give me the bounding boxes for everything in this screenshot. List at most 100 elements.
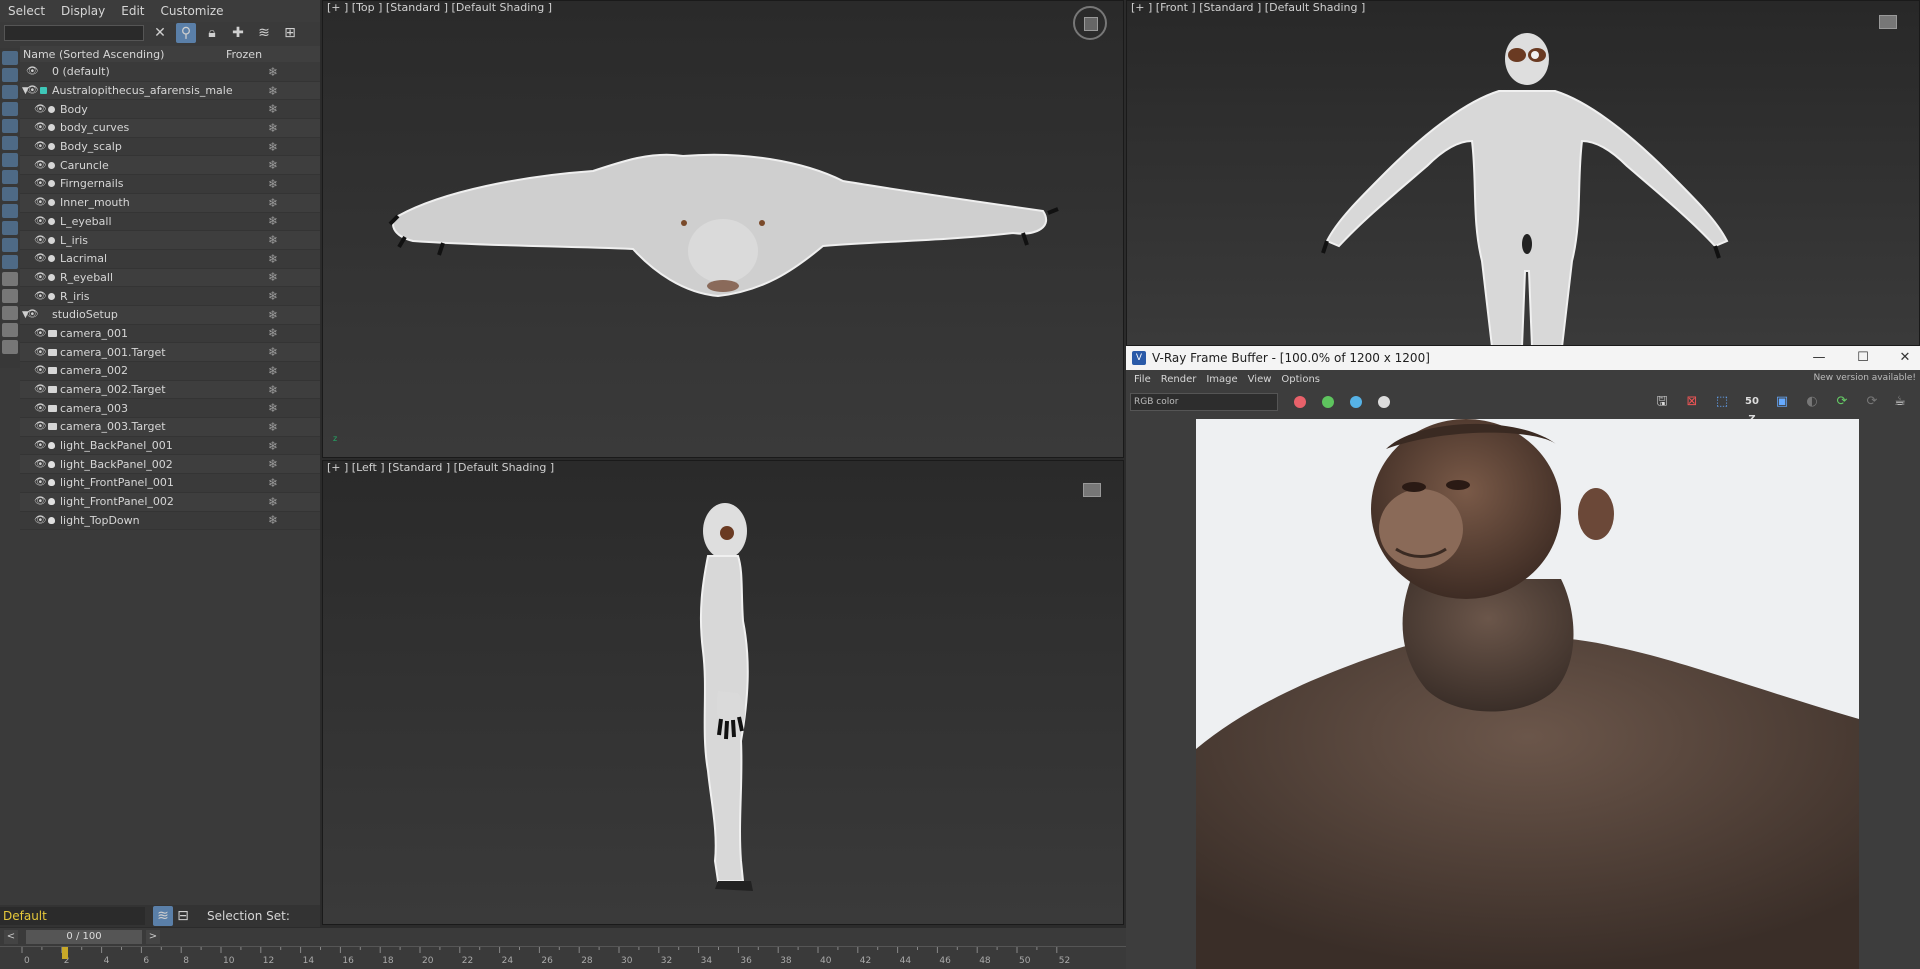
- funnel-icon[interactable]: [2, 323, 18, 337]
- visibility-eye-icon[interactable]: 👁︎: [34, 104, 47, 115]
- freeze-toggle-icon[interactable]: ❄: [268, 140, 278, 154]
- explorer-row[interactable]: 👁︎ Lacrimal ❄: [20, 250, 320, 269]
- new-version-link[interactable]: New version available!: [1813, 373, 1916, 383]
- channel-dropdown[interactable]: RGB color: [1130, 393, 1278, 411]
- time-slider-thumb[interactable]: 0 / 100: [26, 930, 142, 944]
- freeze-toggle-icon[interactable]: ❄: [268, 326, 278, 340]
- viewport-front[interactable]: [+ ] [Front ] [Standard ] [Default Shadi…: [1126, 0, 1920, 346]
- current-frame-marker[interactable]: [62, 947, 68, 959]
- freeze-toggle-icon[interactable]: ❄: [268, 308, 278, 322]
- explorer-row[interactable]: 👁︎ light_TopDown ❄: [20, 512, 320, 531]
- freeze-toggle-icon[interactable]: ❄: [268, 102, 278, 116]
- visibility-eye-icon[interactable]: 👁︎: [34, 496, 47, 507]
- explorer-row[interactable]: 👁︎ 0 (default) ❄: [20, 63, 320, 82]
- column-frozen-header[interactable]: Frozen: [226, 48, 316, 61]
- hierarchy-icon[interactable]: ⊞: [280, 23, 300, 43]
- visibility-eye-icon[interactable]: 👁︎: [34, 216, 47, 227]
- hierarchy-toggle-icon[interactable]: ⊟: [173, 906, 193, 926]
- explorer-row[interactable]: 👁︎ Body_scalp ❄: [20, 138, 320, 157]
- visibility-eye-icon[interactable]: 👁︎: [34, 515, 47, 526]
- explorer-row[interactable]: 👁︎ Caruncle ❄: [20, 156, 320, 176]
- visibility-eye-icon[interactable]: 👁︎: [34, 477, 47, 488]
- zoom-badge[interactable]: 50 Z: [1742, 393, 1762, 425]
- visibility-eye-icon[interactable]: 👁︎: [34, 253, 47, 264]
- freeze-toggle-icon[interactable]: ❄: [268, 383, 278, 397]
- freeze-toggle-icon[interactable]: ❄: [268, 457, 278, 471]
- explorer-row[interactable]: 👁︎ Body ❄: [20, 100, 320, 120]
- render-disabled-icon[interactable]: ⟳: [1862, 393, 1882, 411]
- vfb-titlebar[interactable]: V V-Ray Frame Buffer - [100.0% of 1200 x…: [1126, 346, 1920, 370]
- minimize-icon[interactable]: —: [1810, 349, 1828, 367]
- explorer-row[interactable]: 👁︎ light_FrontPanel_002 ❄: [20, 492, 320, 512]
- stop-render-icon[interactable]: ◐: [1802, 393, 1822, 411]
- explorer-row[interactable]: 👁︎ camera_002 ❄: [20, 362, 320, 381]
- explorer-search-input[interactable]: [4, 25, 144, 41]
- display-lights-icon[interactable]: [2, 85, 18, 99]
- freeze-toggle-icon[interactable]: ❄: [268, 158, 278, 172]
- explorer-row[interactable]: 👁︎ camera_001.Target ❄: [20, 343, 320, 362]
- freeze-toggle-icon[interactable]: ❄: [268, 196, 278, 210]
- visibility-eye-icon[interactable]: 👁︎: [34, 347, 47, 358]
- close-icon[interactable]: ✕: [1896, 349, 1914, 367]
- render-icon[interactable]: ⟳: [1832, 393, 1852, 411]
- explorer-row[interactable]: 👁︎ camera_001 ❄: [20, 325, 320, 344]
- options-icon[interactable]: [2, 306, 18, 320]
- menu-display[interactable]: Display: [61, 4, 105, 18]
- region-render-icon[interactable]: ⬚: [1712, 393, 1732, 411]
- lock-icon[interactable]: 🔒︎: [202, 23, 222, 43]
- next-frame-button[interactable]: >: [146, 930, 160, 944]
- blue-channel-button[interactable]: [1350, 396, 1362, 408]
- trackbar[interactable]: 0 2 4 6 8 10 12 14 16 18 20 22 24 26 28 30 32 34 36 38 40 42 4…: [0, 946, 1128, 969]
- visibility-eye-icon[interactable]: 👁︎: [34, 122, 47, 133]
- freeze-toggle-icon[interactable]: ❄: [268, 420, 278, 434]
- vfb-menu-render[interactable]: Render: [1161, 374, 1197, 385]
- freeze-toggle-icon[interactable]: ❄: [268, 214, 278, 228]
- layers-icon[interactable]: ≋: [254, 23, 274, 43]
- explorer-row[interactable]: 👁︎ light_FrontPanel_001 ❄: [20, 474, 320, 493]
- explorer-row[interactable]: 👁︎ body_curves ❄: [20, 119, 320, 138]
- display-invert-icon[interactable]: [2, 289, 18, 303]
- vfb-menu-file[interactable]: File: [1134, 374, 1151, 385]
- explorer-row[interactable]: 👁︎ camera_003 ❄: [20, 399, 320, 419]
- freeze-toggle-icon[interactable]: ❄: [268, 345, 278, 359]
- explorer-row[interactable]: 👁︎ light_BackPanel_002 ❄: [20, 455, 320, 475]
- freeze-toggle-icon[interactable]: ❄: [268, 233, 278, 247]
- explorer-row[interactable]: 👁︎ R_eyeball ❄: [20, 268, 320, 288]
- visibility-eye-icon[interactable]: 👁︎: [34, 328, 47, 339]
- visibility-eye-icon[interactable]: 👁︎: [34, 160, 47, 171]
- visibility-eye-icon[interactable]: 👁︎: [34, 235, 47, 246]
- display-bones-icon[interactable]: [2, 187, 18, 201]
- visibility-eye-icon[interactable]: 👁︎: [34, 141, 47, 152]
- teapot-icon[interactable]: ☕︎: [1890, 393, 1910, 411]
- visibility-eye-icon[interactable]: 👁︎: [26, 85, 39, 96]
- freeze-toggle-icon[interactable]: ❄: [268, 439, 278, 453]
- freeze-toggle-icon[interactable]: ❄: [268, 476, 278, 490]
- vfb-menu-options[interactable]: Options: [1281, 374, 1320, 385]
- viewport-left[interactable]: [+ ] [Left ] [Standard ] [Default Shadin…: [322, 460, 1124, 925]
- display-cameras-icon[interactable]: [2, 102, 18, 116]
- freeze-toggle-icon[interactable]: ❄: [268, 65, 278, 79]
- vfb-menu-image[interactable]: Image: [1206, 374, 1237, 385]
- red-channel-button[interactable]: [1294, 396, 1306, 408]
- filter-icon[interactable]: ⚲: [176, 23, 196, 43]
- explorer-row[interactable]: 👁︎ R_iris ❄: [20, 287, 320, 306]
- display-containers-icon[interactable]: [2, 204, 18, 218]
- column-name-header[interactable]: Name (Sorted Ascending): [20, 48, 226, 61]
- display-helpers-icon[interactable]: [2, 119, 18, 133]
- track-mouse-icon[interactable]: ▣: [1772, 393, 1792, 411]
- explorer-row[interactable]: 👁︎ Inner_mouth ❄: [20, 193, 320, 213]
- menu-select[interactable]: Select: [8, 4, 45, 18]
- display-shapes-icon[interactable]: [2, 68, 18, 82]
- display-all-icon[interactable]: [2, 255, 18, 269]
- visibility-eye-icon[interactable]: 👁︎: [26, 309, 39, 320]
- explorer-row[interactable]: ▼ 👁︎ Australopithecus_afarensis_male ❄: [20, 81, 320, 101]
- visibility-eye-icon[interactable]: 👁︎: [34, 197, 47, 208]
- freeze-toggle-icon[interactable]: ❄: [268, 252, 278, 266]
- alpha-channel-icon[interactable]: [1378, 396, 1390, 408]
- explorer-row[interactable]: 👁︎ camera_003.Target ❄: [20, 418, 320, 437]
- freeze-toggle-icon[interactable]: ❄: [268, 121, 278, 135]
- visibility-eye-icon[interactable]: 👁︎: [34, 459, 47, 470]
- clear-filter-icon[interactable]: ✕: [150, 23, 170, 43]
- display-frozen-icon[interactable]: [2, 221, 18, 235]
- explorer-row[interactable]: 👁︎ L_iris ❄: [20, 231, 320, 250]
